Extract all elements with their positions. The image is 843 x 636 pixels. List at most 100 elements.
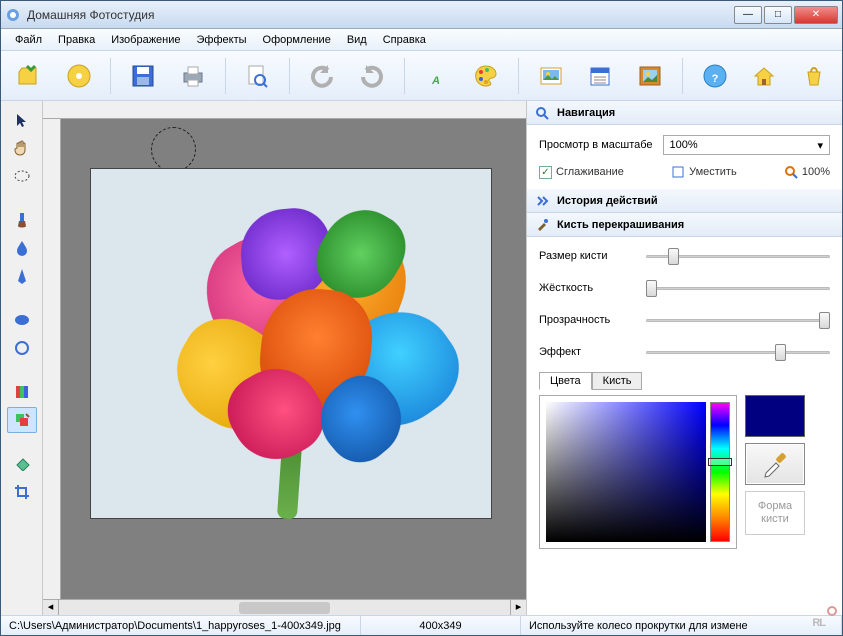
brush-panel-header[interactable]: Кисть перекрашивания — [527, 213, 842, 237]
ruler-vertical — [43, 119, 61, 599]
fit-button[interactable]: Уместить — [671, 165, 737, 179]
size-label: Размер кисти — [539, 250, 634, 262]
document-image[interactable] — [91, 169, 491, 518]
svg-text:A: A — [431, 75, 440, 87]
statusbar: C:\Users\Администратор\Documents\1_happy… — [1, 615, 842, 635]
ellipse-select-tool[interactable] — [7, 163, 37, 189]
redo-button[interactable] — [352, 56, 392, 96]
history-icon — [535, 194, 549, 208]
history-panel-header[interactable]: История действий — [527, 189, 842, 213]
color-tabs: Цвета Кисть — [539, 371, 830, 389]
watermark: RL — [812, 606, 837, 632]
effect-slider[interactable] — [646, 343, 830, 361]
text-button[interactable]: A — [417, 56, 457, 96]
help-button[interactable]: ? — [695, 56, 735, 96]
undo-button[interactable] — [302, 56, 342, 96]
brush-tool[interactable] — [7, 207, 37, 233]
brush-shape-button[interactable]: Форма кисти — [745, 491, 805, 535]
pencil-tool[interactable] — [7, 263, 37, 289]
photo-button[interactable] — [531, 56, 571, 96]
hand-tool[interactable] — [7, 135, 37, 161]
scale-label: Просмотр в масштабе — [539, 139, 653, 151]
crop-tool[interactable] — [7, 479, 37, 505]
close-button[interactable]: ✕ — [794, 6, 838, 24]
window-title: Домашняя Фотостудия — [27, 8, 734, 22]
maximize-button[interactable]: □ — [764, 6, 792, 24]
minimize-button[interactable]: — — [734, 6, 762, 24]
selection-marquee[interactable] — [151, 127, 196, 172]
menu-view[interactable]: Вид — [339, 32, 375, 48]
toolbar: A ? — [1, 51, 842, 101]
horizontal-scrollbar[interactable]: ◂ ▸ — [43, 599, 526, 615]
opacity-slider[interactable] — [646, 311, 830, 329]
scale-dropdown[interactable]: 100% — [663, 135, 830, 155]
status-hint: Используйте колесо прокрутки для измене — [521, 616, 842, 635]
eyedropper-icon — [760, 449, 790, 479]
canvas[interactable] — [61, 119, 526, 599]
status-dimensions: 400x349 — [361, 616, 521, 635]
menu-edit[interactable]: Правка — [50, 32, 103, 48]
tool-spacer — [7, 191, 37, 205]
effect-label: Эффект — [539, 346, 634, 358]
current-color-swatch[interactable] — [745, 395, 805, 437]
menubar: Файл Правка Изображение Эффекты Оформлен… — [1, 29, 842, 51]
recolor-brush-tool[interactable] — [7, 407, 37, 433]
calendar-button[interactable] — [581, 56, 621, 96]
hardness-slider[interactable] — [646, 279, 830, 297]
menu-decoration[interactable]: Оформление — [255, 32, 339, 48]
preview-button[interactable] — [238, 56, 278, 96]
size-slider[interactable] — [646, 247, 830, 265]
menu-file[interactable]: Файл — [7, 32, 50, 48]
home-button[interactable] — [745, 56, 785, 96]
status-path: C:\Users\Администратор\Documents\1_happy… — [1, 616, 361, 635]
smoothing-checkbox[interactable]: ✓ Сглаживание — [539, 166, 624, 179]
hardness-label: Жёсткость — [539, 282, 634, 294]
eyedropper-button[interactable] — [745, 443, 805, 485]
toolbar-sep — [518, 58, 519, 94]
toolbar-sep — [110, 58, 111, 94]
pointer-tool[interactable] — [7, 107, 37, 133]
toolbar-sep — [289, 58, 290, 94]
fit-label: Уместить — [689, 166, 737, 178]
titlebar: Домашняя Фотостудия — □ ✕ — [1, 1, 842, 29]
tool-spacer — [7, 435, 37, 449]
navigation-title: Навигация — [557, 107, 615, 119]
zoom-icon — [784, 165, 798, 179]
cd-button[interactable] — [59, 56, 99, 96]
navigation-icon — [535, 106, 549, 120]
app-window: Домашняя Фотостудия — □ ✕ Файл Правка Из… — [0, 0, 843, 636]
save-button[interactable] — [123, 56, 163, 96]
check-icon: ✓ — [539, 166, 552, 179]
tool-spacer — [7, 363, 37, 377]
hue-knob[interactable] — [708, 458, 732, 466]
toolbar-sep — [225, 58, 226, 94]
window-controls: — □ ✕ — [734, 6, 838, 24]
navigation-panel: Просмотр в масштабе 100% ✓ Сглаживание У… — [527, 125, 842, 189]
workspace: ◂ ▸ Навигация Просмотр в масштабе 100% ✓ — [1, 101, 842, 615]
hue-bar[interactable] — [710, 402, 730, 542]
menu-help[interactable]: Справка — [375, 32, 434, 48]
frame-button[interactable] — [630, 56, 670, 96]
print-button[interactable] — [173, 56, 213, 96]
tab-colors[interactable]: Цвета — [539, 372, 592, 390]
shop-button[interactable] — [794, 56, 834, 96]
history-title: История действий — [557, 195, 658, 207]
ellipse-fill-tool[interactable] — [7, 307, 37, 333]
open-button[interactable] — [9, 56, 49, 96]
navigation-panel-header[interactable]: Навигация — [527, 101, 842, 125]
zoom-100-label: 100% — [802, 166, 830, 178]
palette-button[interactable] — [466, 56, 506, 96]
menu-effects[interactable]: Эффекты — [189, 32, 255, 48]
rgb-tool[interactable] — [7, 379, 37, 405]
zoom-100-button[interactable]: 100% — [784, 165, 830, 179]
toolbar-sep — [682, 58, 683, 94]
eraser-tool[interactable] — [7, 451, 37, 477]
menu-image[interactable]: Изображение — [103, 32, 188, 48]
drop-tool[interactable] — [7, 235, 37, 261]
saturation-value-box[interactable] — [546, 402, 706, 542]
circle-outline-tool[interactable] — [7, 335, 37, 361]
tab-brush[interactable]: Кисть — [592, 372, 643, 390]
app-icon — [5, 7, 21, 23]
scale-value: 100% — [670, 139, 698, 151]
svg-text:?: ? — [711, 73, 718, 85]
